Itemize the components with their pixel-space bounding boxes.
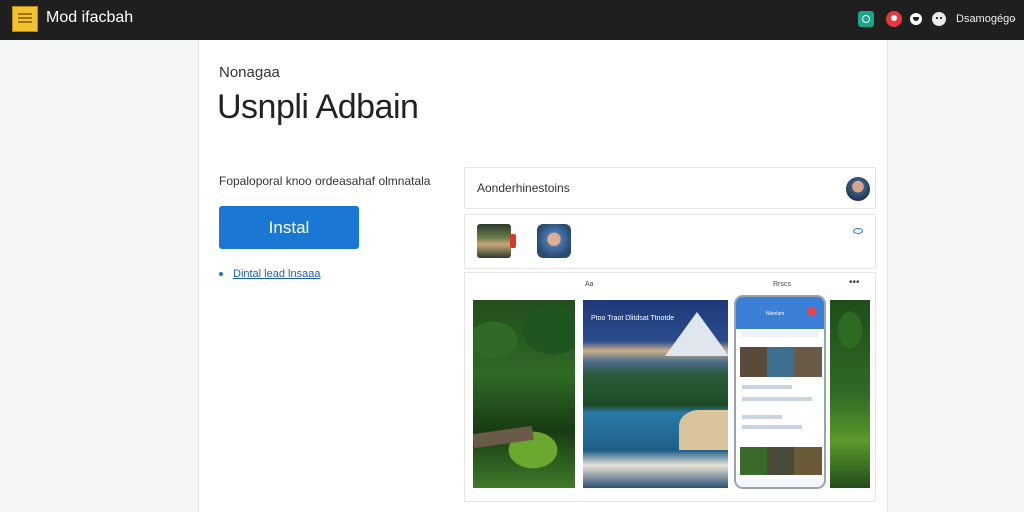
user-menu-name[interactable]: Dsamogégo	[956, 13, 1015, 25]
screenshot-gallery: Aa Rrscs ••• Ptoo Traot Dlitdsat Ttnotde…	[464, 272, 876, 502]
eyebrow-label: Nonagaa	[219, 64, 280, 81]
description-text: Fopaloporal knoo ordeasahaf olmnatala	[219, 174, 431, 188]
gallery-image-phone-mockup[interactable]: Nlenlam	[734, 295, 826, 489]
avatar-thumbnail-1[interactable]	[477, 224, 516, 258]
preview-title: Aonderhinestoins	[477, 181, 570, 195]
gallery-image-forest[interactable]	[473, 300, 575, 488]
preview-header: Aonderhinestoins	[464, 167, 876, 209]
phone-photo-grid	[740, 447, 822, 475]
message-icon[interactable]	[910, 13, 922, 25]
eye-icon[interactable]	[853, 228, 863, 234]
gallery-label: Aa	[585, 281, 594, 288]
bullet-dot-icon	[219, 272, 223, 276]
preview-card: Aonderhinestoins Aa Rrscs ••• Ptoo Traot…	[464, 167, 876, 502]
gallery-label: Rrscs	[773, 281, 791, 288]
phone-search-bar	[742, 331, 818, 337]
phone-app-header: Nlenlam	[736, 297, 824, 329]
install-button[interactable]: Instal	[219, 206, 359, 249]
phone-text-line	[742, 397, 812, 401]
preview-avatar-row	[464, 214, 876, 269]
phone-text-line	[742, 415, 782, 419]
main-panel: Nonagaa Usnpli Adbain Fopaloporal knoo o…	[198, 40, 888, 512]
avatar[interactable]	[846, 177, 870, 201]
page-title: Usnpli Adbain	[217, 88, 419, 126]
notification-icon[interactable]	[886, 11, 902, 27]
profile-face-icon[interactable]	[932, 12, 946, 26]
phone-nav-bar	[736, 479, 824, 487]
app-logo-icon[interactable]	[12, 6, 38, 32]
phone-photo-grid	[740, 347, 822, 377]
phone-text-line	[742, 385, 792, 389]
phone-header-text: Nlenlam	[766, 311, 785, 317]
phone-badge-icon	[808, 307, 816, 315]
gallery-image-beach[interactable]: Ptoo Traot Dlitdsat Ttnotde	[583, 300, 728, 488]
teal-app-icon[interactable]	[858, 11, 874, 27]
avatar-thumbnail-2[interactable]	[537, 224, 571, 258]
phone-text-line	[742, 425, 802, 429]
details-link[interactable]: Dintal lead lnsaaa	[233, 268, 320, 280]
more-options-icon[interactable]: •••	[849, 277, 860, 288]
beach-caption: Ptoo Traot Dlitdsat Ttnotde	[591, 315, 675, 322]
app-title: Mod ifacbah	[46, 9, 134, 26]
chevron-down-icon[interactable]: ⌄	[1010, 13, 1018, 24]
gallery-image-forest-2[interactable]	[830, 300, 870, 488]
top-bar: Mod ifacbah Dsamogégo ⌄	[0, 0, 1024, 40]
